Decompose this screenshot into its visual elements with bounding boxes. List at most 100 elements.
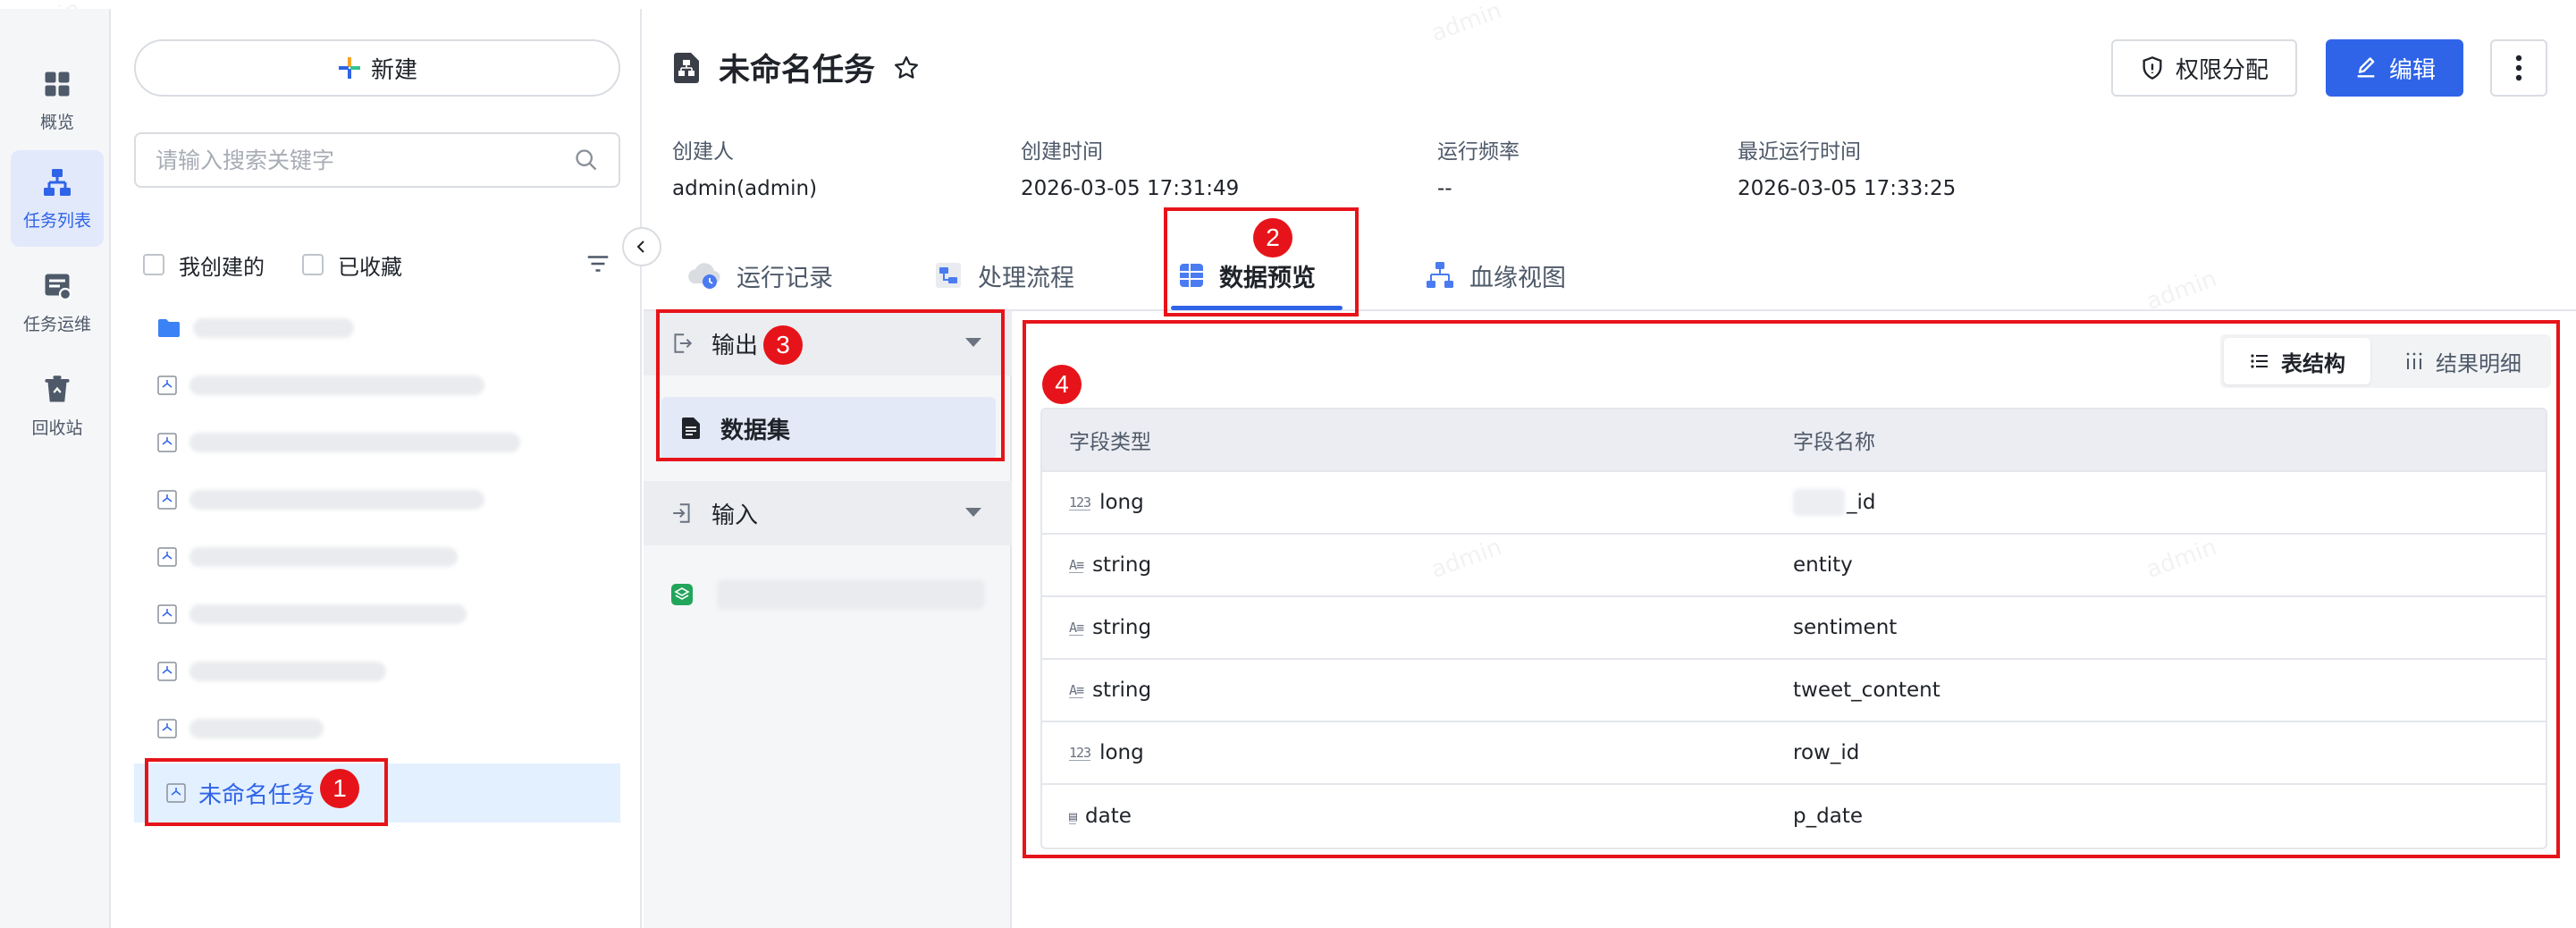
field-type: long <box>1099 741 1144 764</box>
list-item[interactable] <box>157 715 324 742</box>
output-dataset-item[interactable]: 数据集 <box>661 397 996 460</box>
permission-button[interactable]: 权限分配 <box>2111 39 2297 97</box>
nav-item-recycle-bin[interactable]: 回收站 <box>11 358 104 454</box>
more-vertical-icon <box>2515 55 2522 81</box>
task-icon <box>157 662 177 681</box>
table-icon <box>1180 264 1203 287</box>
view-structure-button[interactable]: 表结构 <box>2224 338 2370 384</box>
edit-button[interactable]: 编辑 <box>2326 39 2463 97</box>
edit-label: 编辑 <box>2388 56 2436 84</box>
output-label: 输出 <box>711 332 759 359</box>
meta-label-creator: 创建人 <box>672 140 734 164</box>
redacted-text <box>193 318 354 338</box>
nav-item-label: 任务列表 <box>22 210 91 231</box>
new-task-label: 新建 <box>370 56 417 84</box>
nav-item-label: 回收站 <box>31 418 83 438</box>
meta-label-created-time: 创建时间 <box>1021 140 1103 164</box>
annotation-badge-3: 3 <box>763 325 803 365</box>
edit-icon <box>2357 57 2375 78</box>
task-doc-icon <box>674 52 699 83</box>
table-row[interactable]: A≡ string tweet_content <box>1042 660 2546 722</box>
new-task-button[interactable]: 新建 <box>134 39 620 97</box>
list-item[interactable] <box>157 315 354 342</box>
tab-label: 处理流程 <box>978 264 1074 292</box>
page-title-row: 未命名任务 <box>672 45 920 90</box>
meta-label-frequency: 运行频率 <box>1437 140 1520 164</box>
table-row[interactable]: A≡ string entity <box>1042 535 2546 597</box>
ops-icon <box>45 274 72 300</box>
field-name: p_date <box>1793 805 1863 828</box>
tab-label: 运行记录 <box>737 264 833 292</box>
table-row[interactable]: 123 long row_id <box>1042 722 2546 785</box>
list-item[interactable] <box>157 601 467 628</box>
redacted-text <box>189 490 484 510</box>
watermark: admin <box>1427 0 1506 48</box>
meta-value-frequency: -- <box>1437 177 1452 200</box>
string-type-icon: A≡ <box>1069 681 1084 698</box>
filter-favorited[interactable]: 已收藏 <box>302 249 402 281</box>
redacted-text <box>189 719 324 738</box>
number-type-icon: 123 <box>1069 744 1091 761</box>
list-item[interactable] <box>157 372 484 399</box>
list-item-selected-task[interactable]: 未命名任务 <box>134 763 620 823</box>
meta-value-creator: admin(admin) <box>672 177 818 200</box>
field-name: entity <box>1793 553 1853 577</box>
annotation-badge-2: 2 <box>1253 218 1292 257</box>
redacted-text <box>189 662 386 681</box>
table-row[interactable]: ▤ date p_date <box>1042 785 2546 848</box>
collapse-panel-button[interactable] <box>622 227 661 266</box>
view-detail-button[interactable]: 结果明细 <box>2378 338 2547 384</box>
table-header-row: 字段类型 字段名称 <box>1042 409 2546 472</box>
filter-label: 已收藏 <box>338 254 402 280</box>
tab-process-flow[interactable]: 处理流程 <box>933 241 1074 309</box>
table-row[interactable]: 123 long _id <box>1042 472 2546 535</box>
run-history-icon <box>688 263 720 289</box>
page-title: 未命名任务 <box>719 53 876 89</box>
list-item[interactable] <box>157 658 386 685</box>
list-item[interactable] <box>157 429 520 456</box>
lineage-icon <box>1427 262 1453 288</box>
list-item[interactable] <box>157 486 484 513</box>
search-icon[interactable] <box>574 148 599 173</box>
annotation-badge-1: 1 <box>320 769 359 808</box>
process-flow-icon <box>936 263 961 288</box>
redacted-text <box>189 433 520 452</box>
input-label: 输入 <box>711 502 759 529</box>
input-section-header[interactable]: 输入 <box>644 481 1012 545</box>
nav-item-task-ops[interactable]: 任务运维 <box>11 254 104 350</box>
table-row[interactable]: A≡ string sentiment <box>1042 597 2546 660</box>
field-name: _id <box>1847 491 1876 514</box>
filter-created-by-me[interactable]: 我创建的 <box>143 249 265 281</box>
task-icon <box>157 490 177 510</box>
field-name: row_id <box>1793 741 1860 764</box>
input-dataset-item[interactable] <box>670 579 985 610</box>
task-icon <box>157 433 177 452</box>
nav-item-overview[interactable]: 概览 <box>11 52 104 148</box>
task-icon <box>166 783 186 803</box>
tab-lineage-view[interactable]: 血缘视图 <box>1425 241 1566 309</box>
tab-data-preview[interactable]: 数据预览 <box>1178 241 1316 309</box>
filter-label: 我创建的 <box>179 254 265 280</box>
shield-icon <box>2142 56 2162 80</box>
tab-run-history[interactable]: 运行记录 <box>686 241 833 309</box>
field-type: date <box>1085 805 1132 828</box>
meta-label-last-run: 最近运行时间 <box>1738 140 1861 164</box>
dataset-label: 数据集 <box>720 417 791 444</box>
task-name: 未命名任务 <box>198 781 316 809</box>
nav-item-task-list[interactable]: 任务列表 <box>11 150 104 247</box>
redacted-text <box>189 604 467 624</box>
filter-icon[interactable] <box>585 250 611 277</box>
field-type: long <box>1099 491 1144 514</box>
field-type: string <box>1092 616 1152 639</box>
output-section-header[interactable]: 输出 <box>644 311 1012 375</box>
more-button[interactable] <box>2490 39 2547 97</box>
list-item[interactable] <box>157 544 458 570</box>
redacted-text <box>717 579 985 610</box>
meta-value-last-run: 2026-03-05 17:33:25 <box>1738 177 1957 200</box>
column-header-type: 字段类型 <box>1069 431 1151 454</box>
checkbox[interactable] <box>302 254 324 275</box>
checkbox[interactable] <box>143 254 164 275</box>
search-input[interactable] <box>156 147 549 173</box>
tab-bar: 运行记录 处理流程 数据预览 血缘视图 <box>644 241 2576 311</box>
star-icon[interactable] <box>893 55 920 81</box>
